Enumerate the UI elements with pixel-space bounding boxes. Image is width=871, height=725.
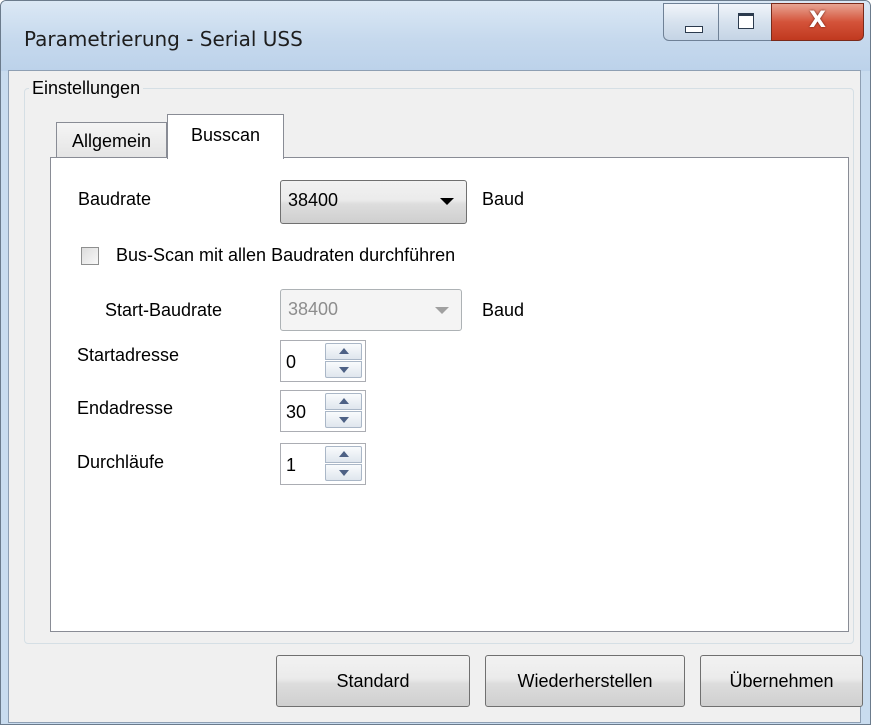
start-address-label: Startadresse <box>77 345 180 365</box>
chevron-down-icon <box>440 198 454 205</box>
scan-all-baudrates-label[interactable]: Bus-Scan mit allen Baudraten durchführen <box>116 245 455 266</box>
baudrate-combobox[interactable]: 38400 <box>280 180 467 224</box>
close-icon: X <box>809 8 826 33</box>
tab-busscan[interactable]: Busscan <box>167 114 284 159</box>
apply-button[interactable]: Übernehmen <box>700 655 863 707</box>
start-address-spinner[interactable]: 0 <box>280 340 366 382</box>
arrow-up-icon <box>339 398 349 404</box>
start-address-decrement-button[interactable] <box>325 361 362 378</box>
passes-value: 1 <box>286 455 297 475</box>
close-button[interactable]: X <box>771 3 864 41</box>
settings-group-label: Einstellungen <box>29 78 144 99</box>
passes-label: Durchläufe <box>77 452 165 472</box>
restore-button[interactable]: Wiederherstellen <box>485 655 685 707</box>
passes-increment-button[interactable] <box>325 446 362 463</box>
maximize-button[interactable] <box>718 3 772 41</box>
minimize-icon <box>685 26 703 33</box>
start-baudrate-label: Start-Baudrate <box>105 300 223 320</box>
standard-button[interactable]: Standard <box>276 655 470 707</box>
caption-buttons: X <box>663 3 864 43</box>
arrow-down-icon <box>339 417 349 423</box>
title-bar[interactable]: Parametrierung - Serial USS X <box>1 1 870 71</box>
baudrate-value: 38400 <box>288 190 339 210</box>
end-address-value: 30 <box>286 402 307 422</box>
end-address-increment-button[interactable] <box>325 393 362 410</box>
end-address-decrement-button[interactable] <box>325 411 362 428</box>
passes-decrement-button[interactable] <box>325 464 362 481</box>
start-address-increment-button[interactable] <box>325 343 362 360</box>
arrow-up-icon <box>339 451 349 457</box>
baudrate-unit: Baud <box>482 189 525 209</box>
start-address-value: 0 <box>286 352 297 372</box>
end-address-spinner[interactable]: 30 <box>280 390 366 432</box>
start-baudrate-unit: Baud <box>482 300 525 320</box>
start-baudrate-value: 38400 <box>288 299 339 319</box>
passes-spinner[interactable]: 1 <box>280 443 366 485</box>
minimize-button[interactable] <box>663 3 719 41</box>
arrow-down-icon <box>339 470 349 476</box>
arrow-down-icon <box>339 367 349 373</box>
chevron-down-icon <box>435 307 449 314</box>
window-title: Parametrierung - Serial USS <box>24 27 303 51</box>
maximize-icon <box>738 13 754 29</box>
busscan-tab-page <box>50 157 849 632</box>
start-baudrate-combobox[interactable]: 38400 <box>280 289 462 331</box>
baudrate-label: Baudrate <box>78 189 152 209</box>
scan-all-baudrates-checkbox[interactable] <box>81 247 99 265</box>
arrow-up-icon <box>339 348 349 354</box>
tab-allgemein[interactable]: Allgemein <box>56 122 167 158</box>
end-address-label: Endadresse <box>77 398 174 418</box>
